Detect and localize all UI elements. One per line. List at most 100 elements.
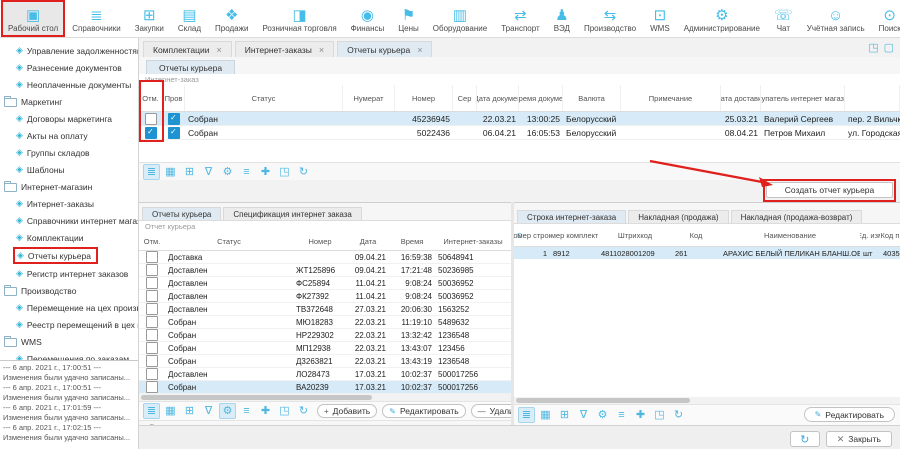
add-row-icon[interactable]: ✚ xyxy=(632,407,649,423)
close-tab-icon[interactable]: × xyxy=(319,46,324,54)
calendar-view-icon[interactable]: ⊞ xyxy=(181,403,198,419)
search-icon[interactable]: ⊙ Поиск xyxy=(872,0,900,37)
tree-item[interactable]: WMS xyxy=(0,333,138,350)
document-tab[interactable]: Отчеты курьера × xyxy=(337,41,432,57)
reports-tab[interactable]: Спецификация интернет заказа xyxy=(223,207,362,220)
scrollbar-thumb[interactable] xyxy=(516,398,690,403)
refresh-icon[interactable]: ↻ xyxy=(295,164,312,180)
add-row-icon[interactable]: ✚ xyxy=(257,164,274,180)
column-header[interactable]: Нумерат xyxy=(343,85,395,111)
column-header[interactable]: Номер строки xyxy=(514,224,550,246)
column-header[interactable]: Код xyxy=(672,224,720,246)
mark-checkbox[interactable] xyxy=(146,368,158,380)
tree-item[interactable]: ◈ Неоплаченные документы xyxy=(0,76,138,93)
refresh-icon[interactable]: ↻ xyxy=(670,407,687,423)
settings-icon[interactable]: ⚙ xyxy=(594,407,611,423)
references-icon[interactable]: ≣ Справочники xyxy=(65,0,127,37)
numbered-list-icon[interactable]: ≡ xyxy=(238,164,255,180)
account-icon[interactable]: ☺ Учётная запись xyxy=(800,0,872,37)
mark-checkbox[interactable] xyxy=(146,381,158,393)
tree-item[interactable]: ◈ Управление задолженностями xyxy=(0,42,138,59)
column-header[interactable]: Номер xyxy=(395,85,453,111)
column-header[interactable]: Номер xyxy=(293,232,347,250)
document-tab[interactable]: Комплектации × xyxy=(143,41,232,57)
mark-checkbox[interactable] xyxy=(145,127,157,139)
tree-item[interactable]: ◈ Разнесение документов xyxy=(0,59,138,76)
tree-item[interactable]: ◈ Комплектации xyxy=(0,229,138,246)
column-header[interactable]: Время xyxy=(389,232,435,250)
subtab-reports[interactable]: Отчеты курьера xyxy=(146,60,235,74)
tree-item[interactable]: ◈ Регистр интернет заказов xyxy=(0,265,138,282)
column-header[interactable]: Наименование xyxy=(720,224,860,246)
retail-icon[interactable]: ◨ Розничная торговля xyxy=(255,0,343,37)
tree-item[interactable]: Интернет-магазин xyxy=(0,178,138,195)
warehouse-icon[interactable]: ▤ Склад xyxy=(171,0,208,37)
filter-icon[interactable]: ∇ xyxy=(575,407,592,423)
tree-item[interactable]: ◈ Шаблоны xyxy=(0,161,138,178)
close-tab-icon[interactable]: × xyxy=(417,46,422,54)
settings-icon[interactable]: ⚙ xyxy=(219,164,236,180)
column-header[interactable]: Код п xyxy=(880,224,900,246)
report-row[interactable]: Собран НР229302 22.03.21 13:32:42 123654… xyxy=(139,329,511,342)
tree-item[interactable]: ◈ Акты на оплату xyxy=(0,127,138,144)
tree-item[interactable]: ◈ Договоры маркетинга xyxy=(0,110,138,127)
report-row[interactable]: Доставлен ЛО28473 17.03.21 10:02:37 5000… xyxy=(139,368,511,381)
numbered-list-icon[interactable]: ≡ xyxy=(613,407,630,423)
mark-checkbox[interactable] xyxy=(146,329,158,341)
filter-icon[interactable]: ∇ xyxy=(200,164,217,180)
report-row[interactable]: Доставка 09.04.21 16:59:38 50648941 xyxy=(139,251,511,264)
close-button[interactable]: ✕ Закрыть xyxy=(826,431,892,447)
tree-item[interactable]: Маркетинг xyxy=(0,93,138,110)
column-header[interactable]: Статус xyxy=(165,232,293,250)
reports-tab[interactable]: Отчеты курьера xyxy=(142,207,221,220)
tree-item[interactable]: ◈ Группы складов xyxy=(0,144,138,161)
export-icon[interactable]: ◳ xyxy=(276,403,293,419)
column-header[interactable]: Пров xyxy=(163,85,185,111)
mark-checkbox[interactable] xyxy=(146,316,158,328)
detail-tab[interactable]: Накладная (продажа-возврат) xyxy=(731,210,863,223)
mark-checkbox[interactable] xyxy=(146,342,158,354)
calendar-view-icon[interactable]: ⊞ xyxy=(556,407,573,423)
column-header[interactable]: Примечание xyxy=(621,85,721,111)
scrollbar-thumb[interactable] xyxy=(141,395,372,400)
mark-checkbox[interactable] xyxy=(146,264,158,276)
add-row-icon[interactable]: ✚ xyxy=(257,403,274,419)
order-row[interactable]: Собран 45236945 22.03.21 13:00:25 Белору… xyxy=(139,112,900,126)
equipment-icon[interactable]: ▥ Оборудование xyxy=(426,0,494,37)
column-header[interactable]: Дата доставки xyxy=(721,85,761,111)
column-header[interactable]: Ед. изм xyxy=(860,224,880,246)
report-row[interactable]: Собран Д3263821 22.03.21 13:43:19 123654… xyxy=(139,355,511,368)
detail-tab[interactable]: Накладная (продажа) xyxy=(628,210,728,223)
purchases-icon[interactable]: ⊞ Закупки xyxy=(128,0,171,37)
tree-item[interactable]: ◈ Реестр перемещений в цех про xyxy=(0,316,138,333)
fullscreen-icon[interactable]: ▢ xyxy=(884,41,894,54)
tree-item[interactable]: ◈ Интернет-заказы xyxy=(0,195,138,212)
detail-tab[interactable]: Строка интернет-заказа xyxy=(517,210,626,223)
numbered-list-icon[interactable]: ≡ xyxy=(238,403,255,419)
column-header[interactable]: Время докумен xyxy=(519,85,563,111)
desktop-icon[interactable]: ▣ Рабочий стол xyxy=(1,0,65,37)
mark-checkbox[interactable] xyxy=(146,277,158,289)
popout-icon[interactable]: ◳ xyxy=(868,41,878,54)
prices-icon[interactable]: ⚑ Цены xyxy=(391,0,426,37)
report-row[interactable]: Собран ВА20239 17.03.21 10:02:37 5000172… xyxy=(139,381,511,394)
edit-button[interactable]: ✎ Редактировать xyxy=(382,404,465,418)
tree-item[interactable]: ◈ Отчеты курьера xyxy=(13,247,98,264)
report-row[interactable]: Собран МП12938 22.03.21 13:43:07 123456 xyxy=(139,342,511,355)
close-tab-icon[interactable]: × xyxy=(217,46,222,54)
order-row[interactable]: Собран 5022436 06.04.21 16:05:53 Белорус… xyxy=(139,126,900,140)
refresh-icon[interactable]: ↻ xyxy=(295,403,312,419)
ved-icon[interactable]: ♟ ВЭД xyxy=(547,0,577,37)
export-icon[interactable]: ◳ xyxy=(651,407,668,423)
approved-checkbox[interactable] xyxy=(168,127,180,139)
table-view-icon[interactable]: ▦ xyxy=(162,164,179,180)
mark-checkbox[interactable] xyxy=(146,355,158,367)
list-view-icon[interactable]: ≣ xyxy=(518,407,535,423)
column-header[interactable]: Отм. xyxy=(139,85,163,111)
horizontal-scrollbar[interactable] xyxy=(514,397,900,404)
column-header[interactable]: Валюта xyxy=(563,85,621,111)
filter-icon[interactable]: ∇ xyxy=(200,403,217,419)
АРАХИС БЕЛЫЙ ПЕЛИКАН БЛАНШ.ОБЖ.СОЛ.8([interactable]: 1 8912 4811028001209 261 АРАХИС БЕЛЫЙ ПЕ… xyxy=(514,247,900,259)
add-button[interactable]: + Добавить xyxy=(317,404,377,418)
tree-item[interactable]: Производство xyxy=(0,282,138,299)
